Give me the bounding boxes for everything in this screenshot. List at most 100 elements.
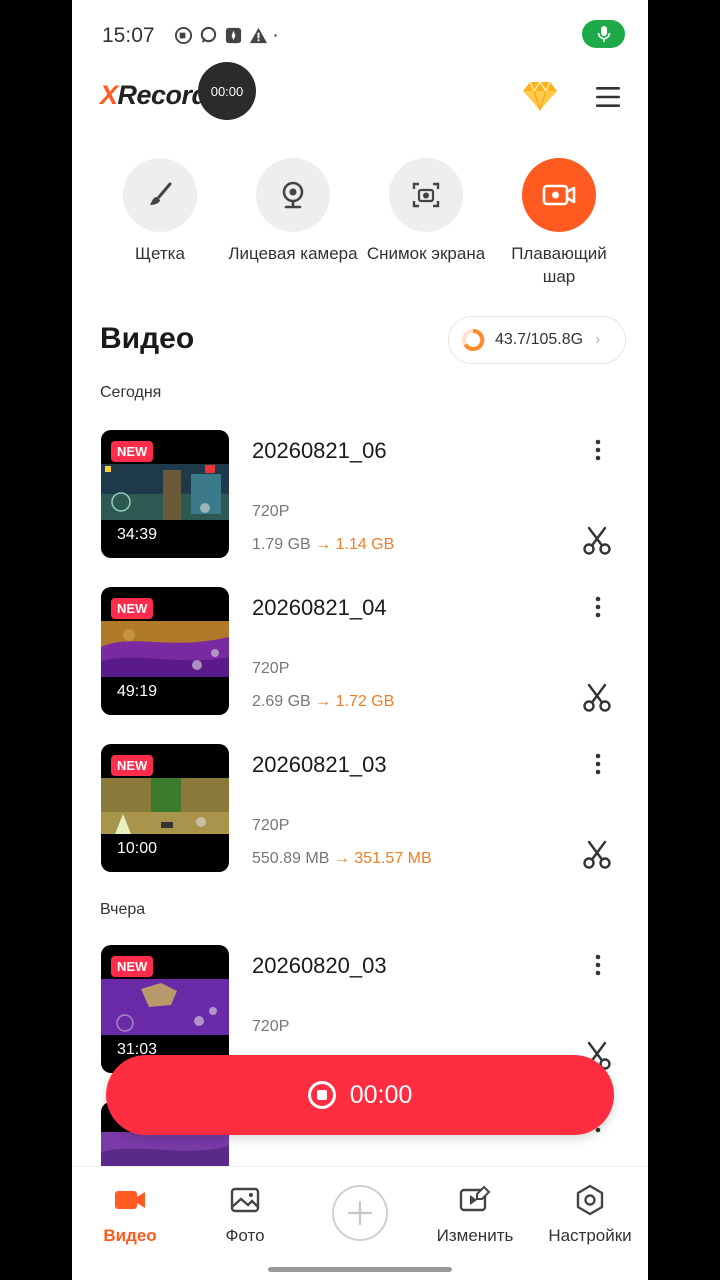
scissors-icon[interactable] xyxy=(582,526,612,556)
brush-icon xyxy=(150,182,172,205)
group-label-today: Сегодня xyxy=(100,384,162,401)
video-name: 20260821_06 xyxy=(252,438,387,463)
new-badge: NEW xyxy=(111,755,154,776)
arrow-right-icon: → xyxy=(310,536,336,553)
app-status-icon xyxy=(225,27,242,44)
settings-icon xyxy=(576,1184,604,1216)
logo-x: X xyxy=(100,80,118,110)
game-screenshot xyxy=(101,464,229,520)
status-icons xyxy=(174,26,282,45)
new-badge: NEW xyxy=(111,956,154,977)
nav-photos[interactable]: Фото xyxy=(190,1183,300,1246)
video-resolution: 720P xyxy=(252,1018,290,1035)
game-screenshot xyxy=(101,778,229,834)
video-thumbnail[interactable]: NEW 34:39 xyxy=(101,430,229,558)
scissors-icon[interactable] xyxy=(582,840,612,870)
storage-indicator[interactable]: 43.7/105.8G › xyxy=(448,316,626,364)
nav-photos-label: Фото xyxy=(225,1226,265,1245)
status-time: 15:07 xyxy=(102,24,155,47)
group-label-yesterday: Вчера xyxy=(100,901,146,918)
tool-screenshot-label: Снимок экрана xyxy=(366,244,486,263)
video-thumbnail[interactable]: NEW 31:03 xyxy=(101,945,229,1073)
stop-icon xyxy=(307,1081,336,1109)
video-duration: 49:19 xyxy=(117,683,158,700)
tool-brush-circle xyxy=(123,158,197,232)
size-original: 2.69 GB xyxy=(252,693,311,710)
floating-ball-icon xyxy=(542,184,576,206)
status-bar: 15:07 xyxy=(72,0,648,72)
storage-text: 43.7/105.8G xyxy=(495,331,584,348)
home-indicator[interactable] xyxy=(268,1267,452,1272)
floating-timer-text: 00:00 xyxy=(210,83,244,99)
size-compressed: 1.14 GB xyxy=(335,536,395,553)
game-screenshot xyxy=(101,979,229,1035)
tool-screenshot[interactable]: Снимок экрана xyxy=(360,158,492,265)
mic-icon xyxy=(597,26,610,42)
nav-edit-label: Изменить xyxy=(436,1226,514,1245)
video-size: 550.89 MB → 351.57 MB xyxy=(252,850,432,868)
nav-settings-label: Настройки xyxy=(548,1226,632,1245)
arrow-right-icon: → xyxy=(310,693,336,710)
record-timer: 00:00 xyxy=(349,1080,413,1109)
size-original: 1.79 GB xyxy=(252,536,311,553)
nav-videos-label: Видео xyxy=(103,1226,157,1245)
nav-settings[interactable]: Настройки xyxy=(535,1183,645,1246)
arrow-right-icon: → xyxy=(329,850,355,867)
size-original: 550.89 MB xyxy=(252,850,330,867)
nav-edit[interactable]: Изменить xyxy=(420,1183,530,1246)
webcam-icon xyxy=(282,181,304,209)
chevron-right-icon: › xyxy=(595,331,601,348)
add-button[interactable] xyxy=(332,1185,388,1241)
mic-indicator[interactable] xyxy=(582,20,625,48)
more-vertical-icon[interactable] xyxy=(588,438,608,462)
plus-icon xyxy=(347,1200,373,1226)
tool-floating-ball-circle xyxy=(522,158,596,232)
nav-videos[interactable]: Видео xyxy=(75,1183,185,1246)
video-resolution: 720P xyxy=(252,503,290,520)
video-thumbnail[interactable]: NEW 49:19 xyxy=(101,587,229,715)
screenshot-icon xyxy=(412,182,440,208)
tool-face-camera-label: Лицевая камера xyxy=(228,244,358,263)
video-duration: 10:00 xyxy=(117,840,158,857)
screen-record-status-icon xyxy=(174,26,193,45)
new-badge: NEW xyxy=(111,598,154,619)
video-name: 20260821_04 xyxy=(252,595,387,620)
video-duration: 34:39 xyxy=(117,526,158,543)
premium-gem-icon[interactable] xyxy=(522,80,558,112)
videos-section-title: Видео xyxy=(100,322,195,355)
video-item[interactable]: NEW 49:19 20260821_04 720P 2.69 GB → 1.7… xyxy=(72,587,648,717)
hamburger-menu-icon[interactable] xyxy=(594,84,622,110)
game-screenshot xyxy=(101,621,229,677)
tool-brush-label: Щетка xyxy=(135,244,185,263)
record-button[interactable]: 00:00 xyxy=(106,1055,614,1135)
video-resolution: 720P xyxy=(252,817,290,834)
tool-floating-ball[interactable]: Плавающий шар xyxy=(493,158,625,288)
video-item[interactable]: NEW 10:00 20260821_03 720P 550.89 MB → 3… xyxy=(72,744,648,874)
video-name: 20260821_03 xyxy=(252,752,387,777)
tool-face-camera[interactable]: Лицевая камера xyxy=(227,158,359,265)
tool-screenshot-circle xyxy=(389,158,463,232)
chat-status-icon xyxy=(200,26,217,43)
scissors-icon[interactable] xyxy=(582,683,612,713)
app-screen: 15:07 XRecorder 00:00 Щетка Лицевая каме… xyxy=(72,0,648,1280)
video-size: 1.79 GB → 1.14 GB xyxy=(252,536,394,554)
new-badge: NEW xyxy=(111,441,154,462)
video-thumbnail[interactable]: NEW 10:00 xyxy=(101,744,229,872)
size-compressed: 351.57 MB xyxy=(354,850,432,867)
video-item[interactable]: NEW 34:39 20260821_06 720P 1.79 GB → 1.1… xyxy=(72,430,648,560)
more-vertical-icon[interactable] xyxy=(588,595,608,619)
storage-ring-icon xyxy=(462,328,485,351)
size-compressed: 1.72 GB xyxy=(335,693,395,710)
video-size: 2.69 GB → 1.72 GB xyxy=(252,693,394,711)
tool-floating-ball-label: Плавающий шар xyxy=(511,244,607,286)
more-vertical-icon[interactable] xyxy=(588,752,608,776)
more-vertical-icon[interactable] xyxy=(588,953,608,977)
floating-timer-bubble[interactable]: 00:00 xyxy=(198,62,256,120)
tool-brush[interactable]: Щетка xyxy=(94,158,226,265)
tool-face-camera-circle xyxy=(256,158,330,232)
warning-status-icon xyxy=(249,27,268,44)
video-name: 20260820_03 xyxy=(252,953,387,978)
dot-status-icon xyxy=(274,34,277,37)
bottom-navigation: Видео Фото Изменить Настройки xyxy=(72,1166,648,1280)
edit-video-icon xyxy=(459,1185,491,1212)
